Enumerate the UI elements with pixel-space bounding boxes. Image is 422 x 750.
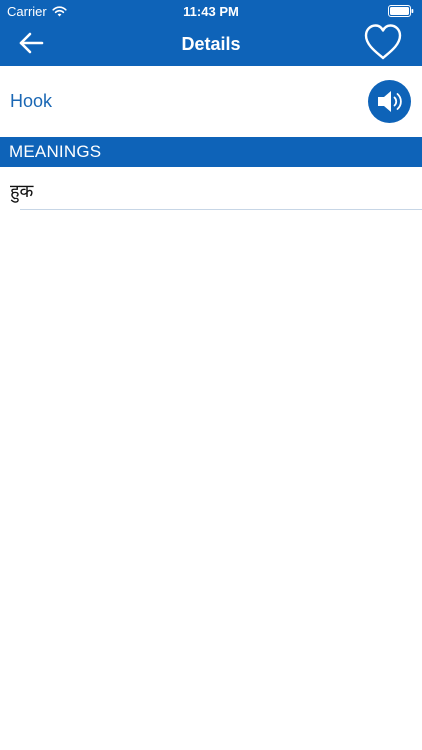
- pronounce-button[interactable]: [368, 80, 411, 123]
- meaning-text: हुक: [10, 181, 34, 202]
- battery-icon: [388, 5, 414, 17]
- list-item[interactable]: हुक: [0, 167, 422, 210]
- status-bar: Carrier 11:43 PM: [0, 0, 422, 22]
- word-row: Hook: [0, 66, 422, 136]
- app-header: Carrier 11:43 PM Details: [0, 0, 422, 66]
- navigation-bar: Details: [0, 22, 422, 66]
- meanings-title: MEANINGS: [9, 142, 102, 161]
- page-title: Details: [181, 34, 241, 54]
- favorite-button[interactable]: [362, 22, 404, 62]
- status-time: 11:43 PM: [183, 4, 239, 19]
- word-label: Hook: [10, 91, 53, 111]
- divider: [20, 209, 422, 210]
- heart-outline-icon: [362, 22, 404, 62]
- speaker-icon: [368, 80, 411, 123]
- meanings-section-header: MEANINGS: [0, 137, 422, 167]
